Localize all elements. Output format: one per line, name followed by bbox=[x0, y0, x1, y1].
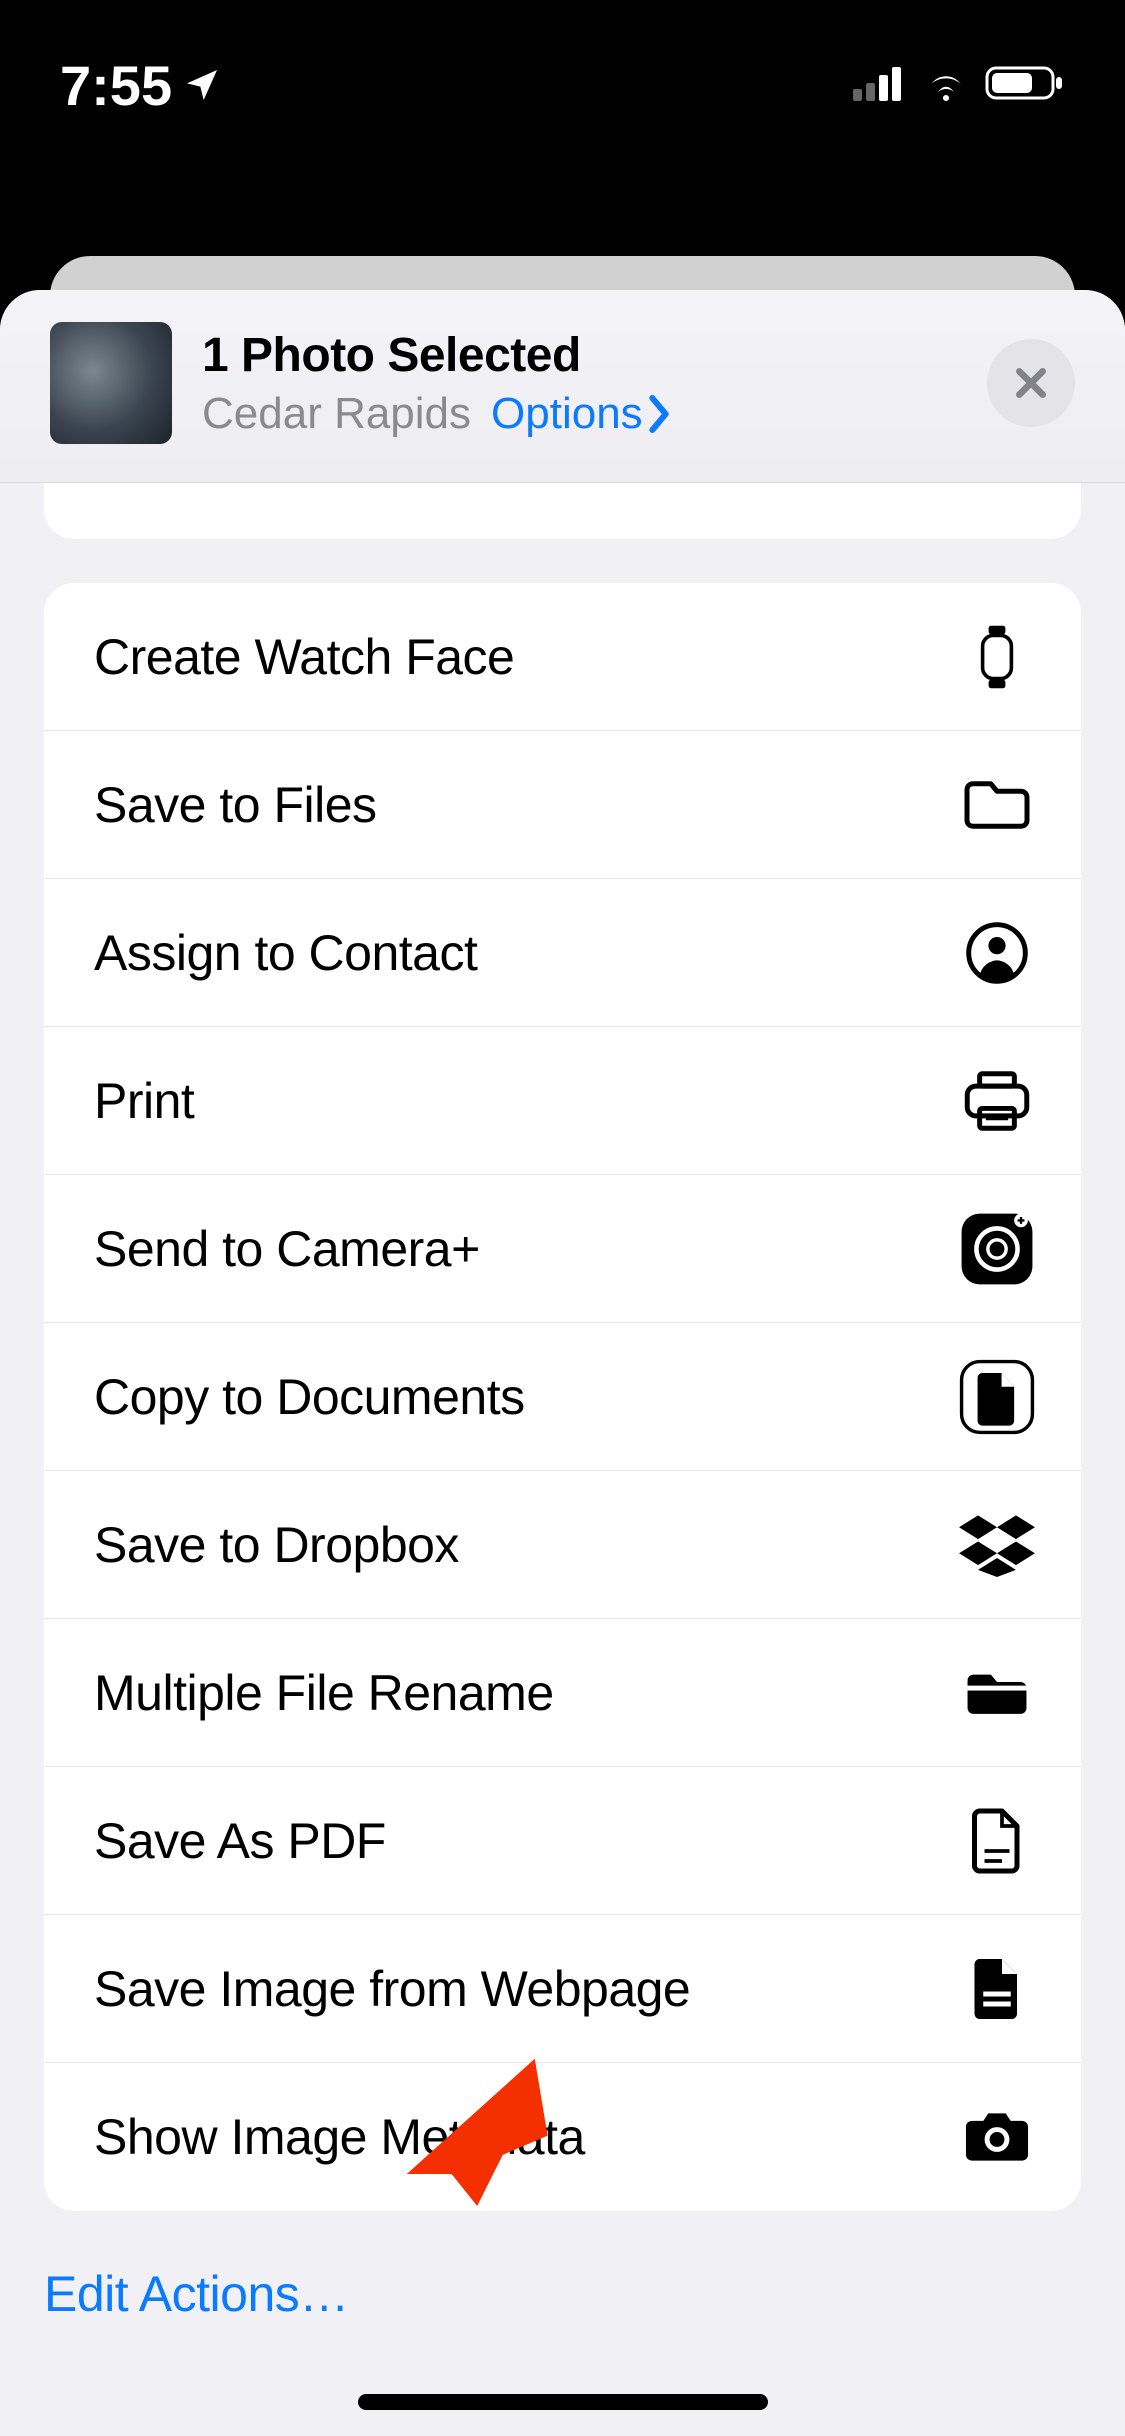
watch-icon bbox=[957, 617, 1037, 697]
action-send-to-camera-plus[interactable]: Send to Camera+ bbox=[44, 1175, 1081, 1323]
action-label: Multiple File Rename bbox=[94, 1664, 554, 1722]
action-list: Create Watch Face Save to Files Assign t… bbox=[44, 583, 1081, 2211]
action-label: Print bbox=[94, 1072, 194, 1130]
folder-filled-icon bbox=[957, 1653, 1037, 1733]
status-bar: 7:55 bbox=[0, 0, 1125, 140]
chevron-right-icon bbox=[645, 394, 673, 434]
close-button[interactable] bbox=[987, 339, 1075, 427]
share-sheet-location: Cedar Rapids bbox=[202, 389, 471, 439]
action-print[interactable]: Print bbox=[44, 1027, 1081, 1175]
wifi-icon bbox=[921, 65, 971, 106]
action-label: Save to Files bbox=[94, 776, 377, 834]
doc-outline-icon bbox=[957, 1801, 1037, 1881]
printer-icon bbox=[957, 1061, 1037, 1141]
action-label: Save Image from Webpage bbox=[94, 1960, 690, 2018]
share-options-label: Options bbox=[491, 389, 643, 439]
action-save-image-from-webpage[interactable]: Save Image from Webpage bbox=[44, 1915, 1081, 2063]
share-sheet-info: 1 Photo Selected Cedar Rapids Options bbox=[202, 328, 987, 439]
cellular-signal-icon bbox=[853, 65, 907, 106]
contact-circle-icon bbox=[957, 913, 1037, 993]
action-label: Copy to Documents bbox=[94, 1368, 525, 1426]
action-copy-to-documents[interactable]: Copy to Documents bbox=[44, 1323, 1081, 1471]
action-multiple-file-rename[interactable]: Multiple File Rename bbox=[44, 1619, 1081, 1767]
edit-actions-link[interactable]: Edit Actions… bbox=[44, 2211, 1081, 2323]
status-time: 7:55 bbox=[60, 53, 172, 118]
dropbox-icon bbox=[957, 1505, 1037, 1585]
share-sheet-title: 1 Photo Selected bbox=[202, 328, 987, 383]
action-show-image-metadata[interactable]: Show Image Metadata bbox=[44, 2063, 1081, 2211]
share-sheet-header: 1 Photo Selected Cedar Rapids Options bbox=[0, 290, 1125, 483]
action-create-watch-face[interactable]: Create Watch Face bbox=[44, 583, 1081, 731]
action-label: Send to Camera+ bbox=[94, 1220, 480, 1278]
camera-filled-icon bbox=[957, 2097, 1037, 2177]
doc-filled-icon bbox=[957, 1949, 1037, 2029]
location-arrow-icon bbox=[182, 53, 222, 118]
close-icon bbox=[1011, 363, 1051, 403]
action-save-to-dropbox[interactable]: Save to Dropbox bbox=[44, 1471, 1081, 1619]
battery-icon bbox=[985, 64, 1065, 107]
action-label: Show Image Metadata bbox=[94, 2108, 585, 2166]
previous-section-stub bbox=[44, 483, 1081, 539]
action-save-to-files[interactable]: Save to Files bbox=[44, 731, 1081, 879]
selected-photo-thumbnail[interactable] bbox=[50, 322, 172, 444]
action-save-as-pdf[interactable]: Save As PDF bbox=[44, 1767, 1081, 1915]
action-assign-to-contact[interactable]: Assign to Contact bbox=[44, 879, 1081, 1027]
share-options-link[interactable]: Options bbox=[491, 389, 673, 439]
home-indicator[interactable] bbox=[358, 2394, 768, 2410]
documents-app-icon bbox=[957, 1357, 1037, 1437]
folder-outline-icon bbox=[957, 765, 1037, 845]
action-label: Assign to Contact bbox=[94, 924, 477, 982]
share-sheet: 1 Photo Selected Cedar Rapids Options Cr… bbox=[0, 290, 1125, 2436]
action-label: Save to Dropbox bbox=[94, 1516, 459, 1574]
camera-plus-app-icon bbox=[957, 1209, 1037, 1289]
status-indicators bbox=[853, 64, 1065, 107]
action-label: Save As PDF bbox=[94, 1812, 386, 1870]
action-label: Create Watch Face bbox=[94, 628, 514, 686]
status-time-group: 7:55 bbox=[60, 53, 222, 118]
